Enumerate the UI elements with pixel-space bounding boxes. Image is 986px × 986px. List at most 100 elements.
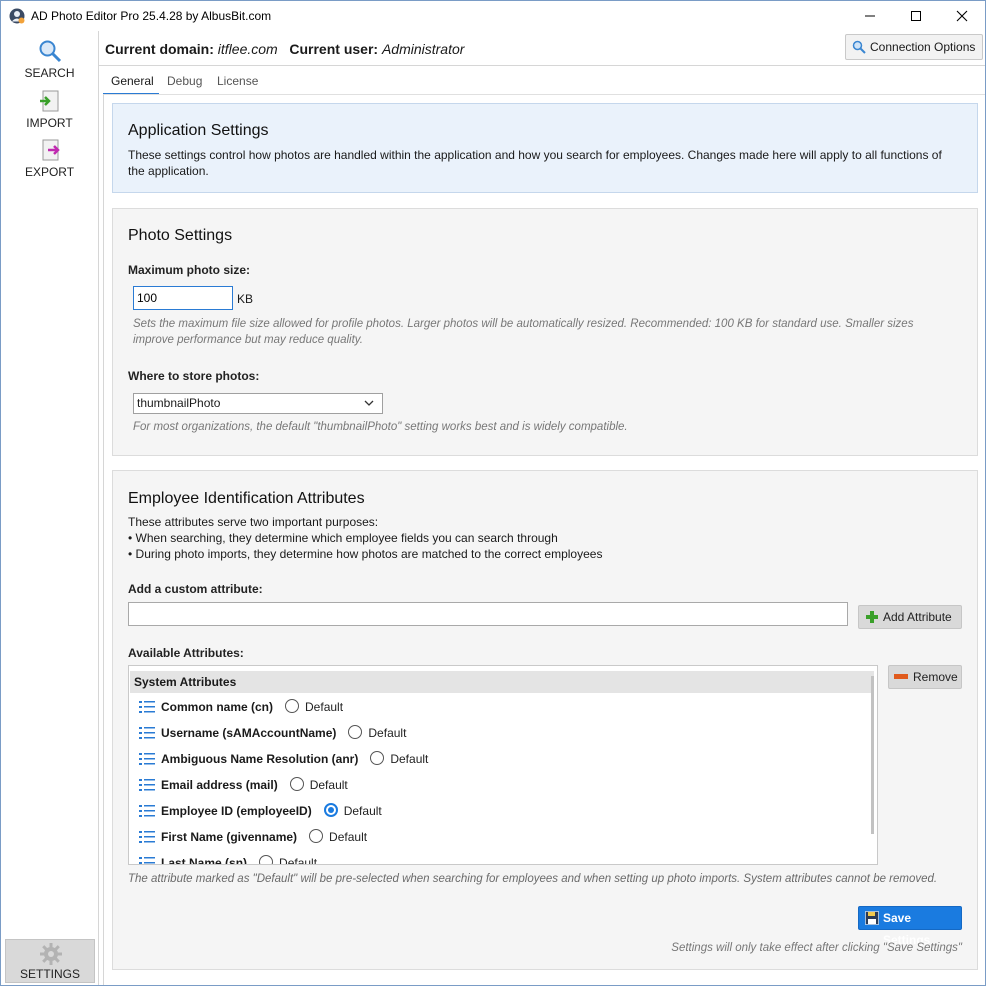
custom-attribute-input[interactable] bbox=[128, 602, 848, 626]
default-label: Default bbox=[279, 856, 318, 865]
settings-scroll-area: Application Settings These settings cont… bbox=[112, 103, 978, 981]
default-radio[interactable] bbox=[309, 829, 324, 843]
close-button[interactable] bbox=[939, 1, 985, 31]
available-attributes-list[interactable]: System Attributes Common name (cn) Defaul… bbox=[128, 665, 878, 865]
plus-icon bbox=[866, 611, 878, 623]
minimize-button[interactable] bbox=[847, 1, 893, 31]
sidebar-item-export[interactable]: EXPORT bbox=[1, 134, 98, 180]
attribute-name: Common name (cn) bbox=[161, 700, 274, 714]
max-photo-size-label: Maximum photo size: bbox=[128, 263, 251, 277]
close-icon bbox=[956, 10, 968, 22]
header: Current domain: itflee.com Current user:… bbox=[99, 31, 985, 65]
employee-attributes-intro: These attributes serve two important pur… bbox=[128, 515, 379, 529]
photo-settings-card: Photo Settings Maximum photo size: KB Se… bbox=[112, 208, 978, 456]
sidebar-item-label: EXPORT bbox=[24, 165, 75, 179]
tab-bar: General Debug License bbox=[99, 65, 985, 95]
store-photos-label: Where to store photos: bbox=[128, 369, 260, 383]
max-photo-size-hint: Sets the maximum file size allowed for p… bbox=[133, 318, 914, 346]
default-attribute-hint: The attribute marked as "Default" will b… bbox=[128, 873, 938, 885]
connection-search-icon bbox=[852, 40, 866, 54]
default-label: Default bbox=[368, 726, 407, 740]
application-settings-title: Application Settings bbox=[128, 122, 269, 139]
user-label: Current user: bbox=[289, 41, 379, 57]
default-label: Default bbox=[309, 778, 348, 792]
user-value: Administrator bbox=[381, 41, 465, 57]
max-photo-size-unit: KB bbox=[237, 292, 254, 306]
list-icon bbox=[139, 727, 155, 739]
sidebar-item-search[interactable]: SEARCH bbox=[1, 35, 98, 81]
default-radio[interactable] bbox=[259, 855, 274, 864]
minus-icon bbox=[894, 674, 908, 679]
window-title: AD Photo Editor Pro 25.4.28 by AlbusBit.… bbox=[31, 9, 272, 23]
default-radio[interactable] bbox=[370, 751, 385, 765]
list-icon bbox=[139, 701, 155, 713]
tab-debug[interactable]: Debug bbox=[167, 74, 202, 88]
sidebar-item-label: SEARCH bbox=[24, 66, 75, 80]
save-settings-button[interactable]: Save Settings bbox=[858, 906, 962, 947]
tab-general[interactable]: General bbox=[111, 74, 154, 88]
attribute-name: Username (sAMAccountName) bbox=[161, 726, 337, 740]
save-disk-icon bbox=[865, 911, 879, 925]
maximize-icon bbox=[911, 11, 921, 21]
default-radio[interactable] bbox=[289, 777, 304, 791]
sidebar: SEARCH IMPORT EXPORT SETTINGS bbox=[1, 31, 99, 985]
list-icon bbox=[139, 857, 155, 864]
employee-attributes-bullet-search: • When searching, they determine which e… bbox=[128, 531, 558, 545]
connection-options-button[interactable]: Connection Options bbox=[845, 34, 983, 60]
default-label: Default bbox=[390, 752, 429, 766]
gear-icon bbox=[40, 943, 62, 965]
title-bar: AD Photo Editor Pro 25.4.28 by AlbusBit.… bbox=[1, 1, 985, 31]
list-icon bbox=[139, 831, 155, 843]
default-radio[interactable] bbox=[323, 803, 338, 817]
attribute-name: Email address (mail) bbox=[161, 778, 278, 792]
domain-label: Current domain: bbox=[105, 41, 214, 57]
add-attribute-button[interactable]: Add Attribute bbox=[858, 605, 962, 629]
attribute-name: Employee ID (employeeID) bbox=[161, 804, 312, 818]
custom-attribute-label: Add a custom attribute: bbox=[128, 582, 263, 596]
domain-value: itflee.com bbox=[217, 41, 278, 57]
store-photos-hint: For most organizations, the default "thu… bbox=[133, 421, 628, 433]
photo-settings-title: Photo Settings bbox=[128, 227, 233, 244]
sidebar-item-label: SETTINGS bbox=[19, 967, 80, 981]
available-attributes-label: Available Attributes: bbox=[128, 646, 244, 660]
search-icon bbox=[39, 40, 62, 63]
app-window: AD Photo Editor Pro 25.4.28 by AlbusBit.… bbox=[0, 0, 986, 986]
import-icon bbox=[40, 90, 59, 112]
default-radio[interactable] bbox=[285, 699, 300, 713]
sidebar-item-settings[interactable]: SETTINGS bbox=[5, 939, 95, 983]
default-radio[interactable] bbox=[348, 725, 363, 739]
application-settings-card: Application Settings These settings cont… bbox=[112, 103, 978, 193]
employee-attributes-title: Employee Identification Attributes bbox=[128, 490, 365, 507]
sidebar-item-import[interactable]: IMPORT bbox=[1, 85, 98, 131]
tab-license[interactable]: License bbox=[217, 74, 258, 88]
default-label: Default bbox=[343, 804, 382, 818]
connection-options-label: Connection Options bbox=[870, 40, 976, 54]
default-label: Default bbox=[305, 700, 344, 714]
attributes-scrollbar[interactable] bbox=[871, 676, 874, 834]
list-icon bbox=[139, 753, 155, 765]
attribute-name: Ambiguous Name Resolution (anr) bbox=[161, 752, 359, 766]
store-photos-value: thumbnailPhoto bbox=[137, 396, 221, 410]
remove-attribute-button[interactable]: Remove bbox=[888, 665, 962, 689]
save-settings-hint: Settings will only take effect after cli… bbox=[671, 942, 962, 954]
maximize-button[interactable] bbox=[893, 1, 939, 31]
store-photos-select[interactable]: thumbnailPhoto bbox=[133, 393, 383, 414]
max-photo-size-input[interactable] bbox=[133, 286, 233, 310]
settings-panel: Application Settings These settings cont… bbox=[103, 94, 985, 985]
list-icon bbox=[139, 779, 155, 791]
attribute-name: Last Name (sn) bbox=[161, 856, 248, 865]
sidebar-item-label: IMPORT bbox=[26, 116, 73, 130]
app-logo-icon bbox=[9, 8, 25, 24]
export-icon bbox=[42, 139, 60, 161]
add-attribute-label: Add Attribute bbox=[883, 610, 952, 624]
minimize-icon bbox=[865, 15, 875, 17]
application-settings-description: These settings control how photos are ha… bbox=[128, 148, 942, 178]
employee-attributes-card: Employee Identification Attributes These… bbox=[112, 470, 978, 970]
chevron-down-icon bbox=[364, 400, 374, 406]
system-attributes-group-header: System Attributes bbox=[130, 671, 874, 693]
employee-attributes-bullet-import: • During photo imports, they determine h… bbox=[128, 547, 603, 561]
default-label: Default bbox=[329, 830, 368, 844]
attribute-name: First Name (givenname) bbox=[161, 830, 298, 844]
domain-info: Current domain: itflee.com Current user:… bbox=[105, 41, 464, 57]
list-icon bbox=[139, 805, 155, 817]
